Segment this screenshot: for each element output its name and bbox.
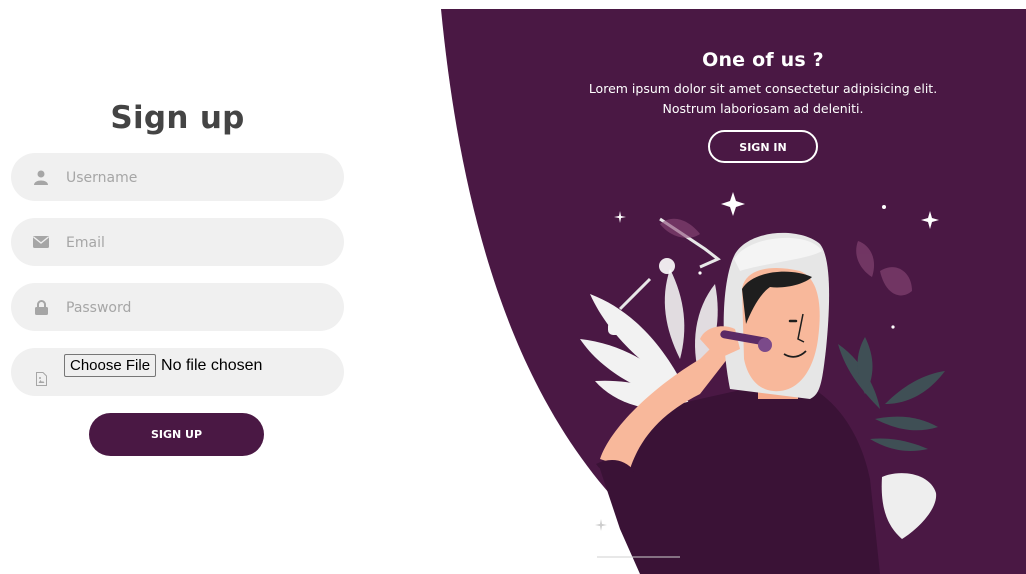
email-input[interactable] — [64, 218, 328, 268]
panel-title: One of us ? — [702, 49, 824, 71]
signup-form: Sign up Choose File No file chosen SIGN … — [11, 100, 344, 456]
email-field[interactable] — [11, 218, 344, 268]
gua-sha-stone — [881, 473, 937, 539]
panel-content: One of us ? Lorem ipsum dolor sit amet c… — [560, 49, 966, 163]
file-field[interactable]: Choose File No file chosen — [11, 348, 344, 396]
username-input[interactable] — [64, 153, 328, 203]
choose-file-button[interactable]: Choose File — [64, 354, 157, 377]
password-field[interactable] — [11, 283, 344, 333]
envelope-icon — [33, 234, 49, 250]
sign-in-button[interactable]: SIGN IN — [708, 130, 818, 163]
sign-up-button[interactable]: SIGN UP — [89, 413, 264, 456]
file-status-text: No file chosen — [161, 356, 263, 374]
panel-description-line1: Lorem ipsum dolor sit amet consectetur a… — [588, 81, 938, 96]
panel-description: Lorem ipsum dolor sit amet consectetur a… — [560, 79, 966, 119]
username-field[interactable] — [11, 153, 344, 203]
file-image-icon — [33, 371, 49, 387]
user-icon — [33, 169, 49, 185]
lock-icon — [33, 299, 49, 315]
page-title: Sign up — [110, 100, 245, 136]
file-input[interactable]: Choose File No file chosen — [64, 354, 262, 377]
password-input[interactable] — [64, 283, 328, 333]
panel-description-line2: Nostrum laboriosam ad deleniti. — [662, 101, 864, 116]
